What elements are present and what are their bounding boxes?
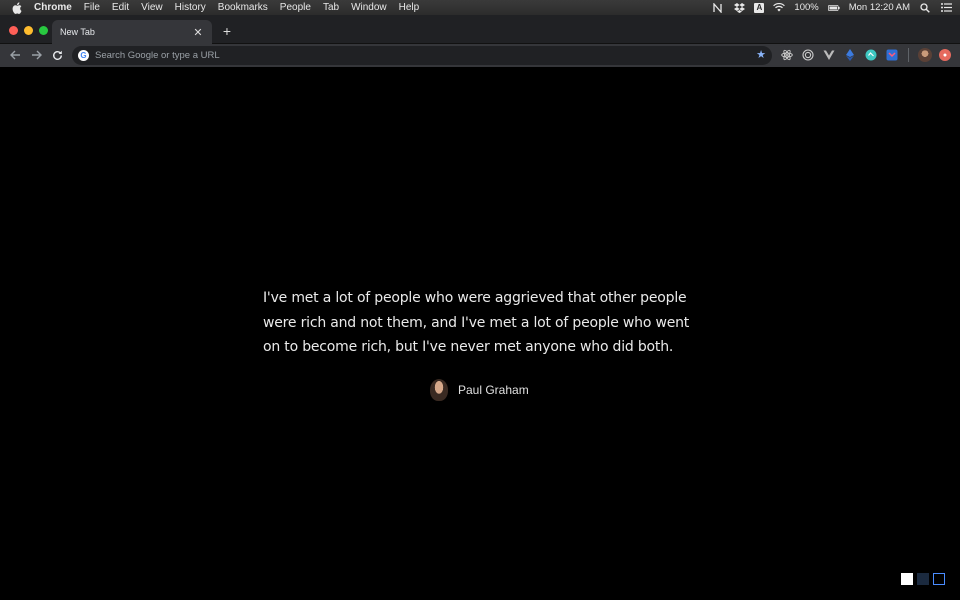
ethereum-extension-icon[interactable] [843, 48, 857, 62]
new-tab-button[interactable]: + [220, 23, 234, 39]
menu-app-chrome[interactable]: Chrome [34, 2, 72, 13]
target-extension-icon[interactable] [801, 48, 815, 62]
battery-percent: 100% [794, 2, 819, 13]
dropbox-icon[interactable] [733, 2, 745, 14]
theme-swatch-white[interactable] [901, 573, 913, 585]
omnibox[interactable]: G ★ [72, 46, 772, 65]
input-source-icon[interactable]: A [754, 2, 765, 13]
theme-swatch-outline-blue[interactable] [933, 573, 945, 585]
author-name: Paul Graham [458, 383, 529, 397]
menubar-status-area: A 100% Mon 12:20 AM [712, 0, 952, 15]
vue-devtools-extension-icon[interactable] [822, 48, 836, 62]
tab-strip: New Tab ✕ + [0, 15, 960, 44]
apple-menu-icon[interactable] [10, 1, 24, 14]
theme-swatch-picker [901, 573, 945, 585]
menu-edit[interactable]: Edit [112, 2, 129, 13]
window-close-button[interactable] [9, 26, 18, 35]
theme-swatch-navy[interactable] [917, 573, 929, 585]
quote-text: I've met a lot of people who were aggrie… [263, 290, 690, 355]
menu-help[interactable]: Help [399, 2, 420, 13]
teal-extension-icon[interactable] [864, 48, 878, 62]
spotlight-search-icon[interactable] [919, 2, 931, 14]
author-avatar [430, 379, 448, 401]
profile-avatar[interactable] [918, 48, 932, 62]
menu-file[interactable]: File [84, 2, 100, 13]
tab-close-icon[interactable]: ✕ [192, 26, 204, 39]
window-controls [9, 26, 48, 35]
reload-icon[interactable] [50, 48, 64, 62]
tab-new-tab[interactable]: New Tab ✕ [52, 20, 212, 44]
toolbar-divider [908, 48, 909, 62]
extensions-area: ● [780, 48, 951, 62]
address-bar-input[interactable] [95, 50, 735, 61]
menu-tab[interactable]: Tab [323, 2, 339, 13]
google-logo-icon: G [78, 50, 89, 61]
menu-view[interactable]: View [141, 2, 163, 13]
quote-author: Paul Graham [430, 379, 529, 401]
menu-history[interactable]: History [175, 2, 206, 13]
battery-icon[interactable] [827, 2, 840, 14]
react-devtools-extension-icon[interactable] [780, 48, 794, 62]
menu-bookmarks[interactable]: Bookmarks [218, 2, 268, 13]
bookmark-star-icon[interactable]: ★ [756, 48, 766, 61]
macos-menu-bar: Chrome File Edit View History Bookmarks … [0, 0, 960, 15]
forward-arrow-icon[interactable] [29, 48, 43, 62]
notifications-muted-icon[interactable] [712, 2, 724, 14]
window-zoom-button[interactable] [39, 26, 48, 35]
wifi-icon[interactable] [773, 2, 786, 14]
browser-toolbar: G ★ ● [0, 44, 960, 67]
back-arrow-icon[interactable] [8, 48, 22, 62]
window-minimize-button[interactable] [24, 26, 33, 35]
menu-window[interactable]: Window [351, 2, 387, 13]
tab-title: New Tab [60, 27, 95, 37]
menubar-clock[interactable]: Mon 12:20 AM [849, 2, 910, 13]
red-badge-extension-icon[interactable]: ● [939, 49, 951, 61]
pocket-extension-icon[interactable] [885, 48, 899, 62]
menu-people[interactable]: People [280, 2, 311, 13]
notification-center-icon[interactable] [940, 2, 952, 14]
new-tab-page: I've met a lot of people who were aggrie… [0, 67, 960, 600]
